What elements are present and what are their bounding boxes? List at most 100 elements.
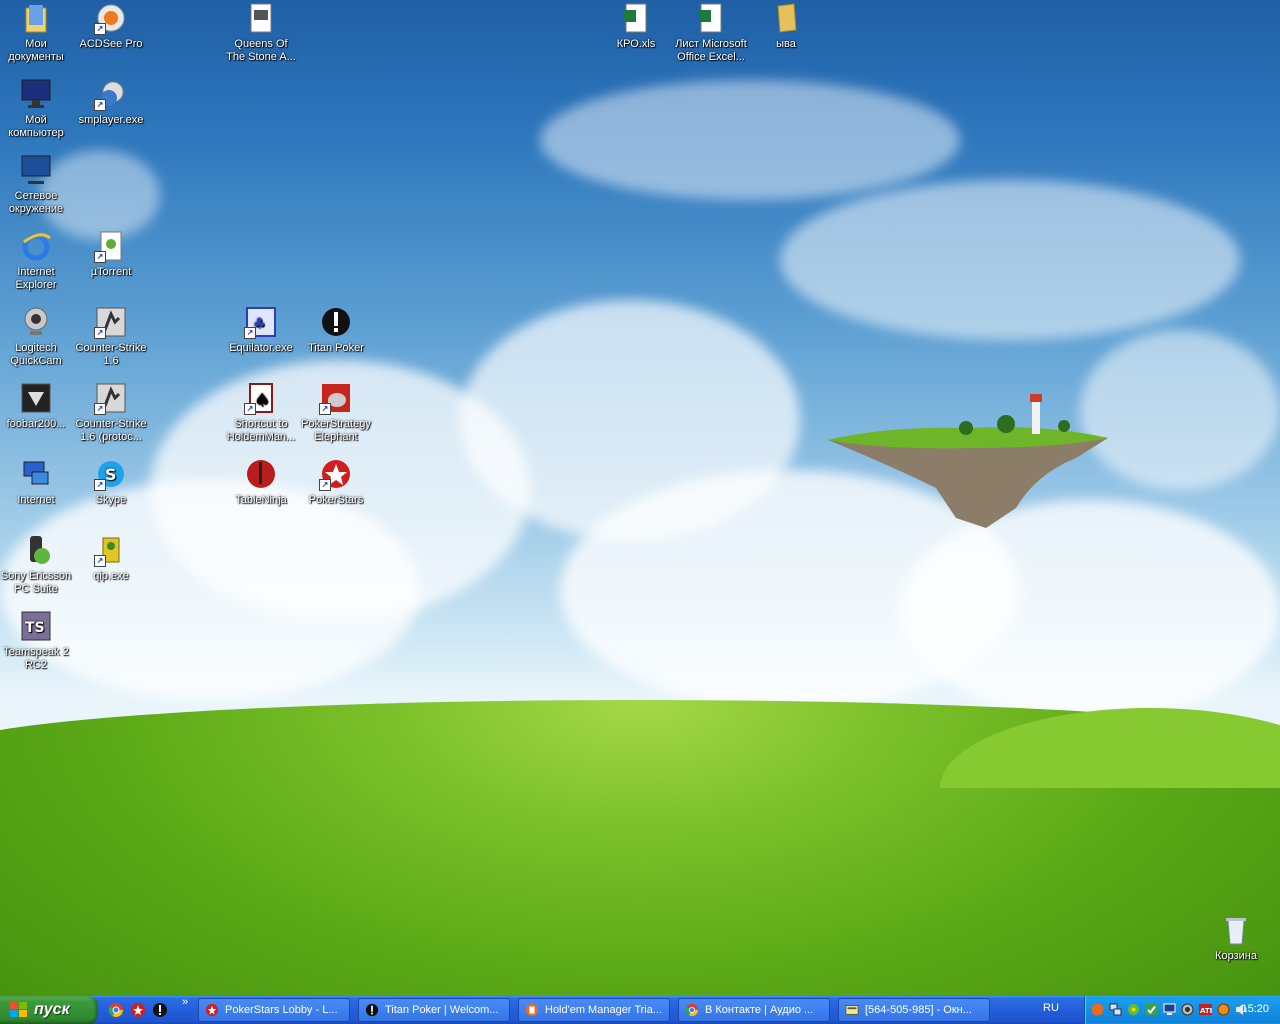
network-connection-icon (23, 461, 49, 485)
shortcut-arrow-icon: ↗ (244, 327, 256, 339)
desktop-icon-acdsee[interactable]: ↗ ACDSee Pro (73, 2, 149, 51)
start-button[interactable]: пуск (0, 996, 98, 1024)
desktop-icon-equilator[interactable]: ♣ ↗ Equilator.exe (223, 306, 299, 355)
shortcut-arrow-icon: ↗ (94, 251, 106, 263)
taskbar-button-titan-poker[interactable]: Titan Poker | Welcom... (358, 998, 510, 1022)
sony-ericsson-icon (30, 536, 50, 564)
start-label: пуск (34, 1001, 70, 1018)
ati-tray-icon[interactable]: ATI (1199, 1003, 1212, 1016)
taskbar: пуск » PokerStars Lobby - L... Titan Pok… (0, 996, 1280, 1024)
desktop-icon-holdem-manager-shortcut[interactable]: ♠ ↗ Shortcut to HoldemMan... (223, 382, 299, 444)
computer-monitor-icon (21, 79, 51, 108)
titan-poker-icon (365, 1003, 379, 1017)
webcam-icon (24, 307, 48, 335)
icon-label: qip.exe (93, 570, 129, 582)
desktop-icon-network[interactable]: Сетевое окружение (0, 154, 74, 216)
desktop-icon-kpo-xls[interactable]: КРО.xls (598, 2, 674, 51)
task-label: Titan Poker | Welcom... (385, 1004, 499, 1016)
quicklaunch-more-button[interactable]: » (182, 996, 188, 1008)
shortcut-arrow-icon: ↗ (319, 479, 331, 491)
icon-label: Сетевое окружение (8, 190, 64, 215)
desktop-icon-queens-video[interactable]: Queens Of The Stone A... (223, 2, 299, 64)
folder-documents-icon (25, 5, 47, 33)
taskbar-button-pokerstars-lobby[interactable]: PokerStars Lobby - L... (198, 998, 350, 1022)
taskbar-button-qip-window[interactable]: [564-505-985] - Окн... (838, 998, 990, 1022)
desktop-icon-cs16-protoc[interactable]: ↗ Counter-Strike 1.6 (protoc... (73, 382, 149, 444)
recycle-bin-icon (1226, 918, 1246, 945)
desktop-icon-pokerstrategy-elephant[interactable]: ↗ PokerStrategy Elephant (298, 382, 374, 444)
teamspeak-icon: TS (21, 611, 51, 641)
shortcut-arrow-icon: ↗ (94, 99, 106, 111)
tableninja-icon (247, 460, 275, 488)
desktop-icon-sony-ericsson[interactable]: Sony Ericsson PC Suite (0, 534, 74, 596)
desktop-icon-folder-yva[interactable]: ыва (748, 2, 824, 51)
clock[interactable]: 15:20 (1241, 1003, 1269, 1015)
desktop-icon-foobar[interactable]: foobar200... (0, 382, 74, 431)
shortcut-arrow-icon: ↗ (94, 403, 106, 415)
shortcut-arrow-icon: ↗ (244, 403, 256, 415)
desktop-icon-my-documents[interactable]: Мои документы (0, 2, 74, 64)
folder-icon (777, 3, 797, 33)
icon-label: Teamspeak 2 RC2 (3, 646, 69, 671)
task-label: [564-505-985] - Окн... (865, 1004, 972, 1016)
desktop-icon-skype[interactable]: S ↗ Skype (73, 458, 149, 507)
icq-flower-tray-icon[interactable] (1127, 1003, 1140, 1016)
desktop-icon-my-computer[interactable]: Мой компьютер (0, 78, 74, 140)
task-label: Hold'em Manager Tria... (545, 1004, 663, 1016)
foobar-icon (21, 383, 51, 413)
shortcut-arrow-icon: ↗ (94, 555, 106, 567)
desktop-icon-utorrent[interactable]: ↗ µTorrent (73, 230, 149, 279)
icon-label: Counter-Strike 1.6 (75, 342, 147, 367)
taskbar-button-vkontakte[interactable]: В Контакте | Аудио ... (678, 998, 830, 1022)
internet-explorer-icon (22, 233, 51, 261)
desktop-icon-qip[interactable]: ↗ qip.exe (73, 534, 149, 583)
icon-label: Мой компьютер (8, 114, 64, 139)
desktop-icon-smplayer[interactable]: ↗ smplayer.exe (73, 78, 149, 127)
icon-label: Titan Poker (308, 342, 364, 354)
holdem-manager-icon (525, 1003, 539, 1017)
avi-file-icon (250, 3, 272, 33)
desktop-icon-teamspeak[interactable]: TS Teamspeak 2 RC2 (0, 610, 74, 672)
wallpaper-cloud (1080, 330, 1280, 490)
desktop-icon-excel-sheet[interactable]: Лист Microsoft Office Excel... (673, 2, 749, 64)
webcam-tray-icon[interactable] (1181, 1003, 1194, 1016)
network-tray-icon[interactable] (1109, 1003, 1122, 1016)
titan-poker-quicklaunch-icon[interactable] (152, 1002, 168, 1018)
icon-label: Internet Explorer (15, 266, 57, 291)
icon-label: Counter-Strike 1.6 (protoc... (75, 418, 147, 443)
icon-label: TableNinja (235, 494, 287, 506)
wallpaper-cloud (780, 180, 1240, 340)
desktop-icon-titan-poker[interactable]: Titan Poker (298, 306, 374, 355)
network-monitor-icon (21, 155, 51, 184)
desktop-icon-internet-explorer[interactable]: Internet Explorer (0, 230, 74, 292)
desktop-icon-recycle-bin[interactable]: Корзина (1198, 914, 1274, 963)
icon-label: Logitech QuickCam (10, 342, 62, 367)
security-check-tray-icon[interactable] (1145, 1003, 1158, 1016)
desktop-icon-cs16[interactable]: ↗ Counter-Strike 1.6 (73, 306, 149, 368)
taskbar-button-holdem-manager[interactable]: Hold'em Manager Tria... (518, 998, 670, 1022)
desktop-icon-pokerstars[interactable]: ↗ PokerStars (298, 458, 374, 507)
desktop-icon-tableninja[interactable]: TableNinja (223, 458, 299, 507)
shortcut-arrow-icon: ↗ (319, 403, 331, 415)
pokerstars-quicklaunch-icon[interactable] (130, 1002, 146, 1018)
task-label: В Контакте | Аудио ... (705, 1004, 814, 1016)
icon-label: КРО.xls (616, 38, 656, 50)
monitor-tray-icon[interactable] (1163, 1003, 1176, 1016)
chrome-icon[interactable] (108, 1002, 124, 1018)
titan-poker-icon (322, 308, 350, 336)
desktop-icon-internet[interactable]: Internet (0, 458, 74, 507)
orange-app-tray-icon[interactable] (1217, 1003, 1230, 1016)
desktop[interactable]: Мои документы ↗ ACDSee Pro Queens Of The… (0, 0, 1280, 996)
holdem-manager-tray-icon[interactable] (1091, 1003, 1104, 1016)
shortcut-arrow-icon: ↗ (94, 327, 106, 339)
svg-text:S: S (105, 465, 117, 484)
language-indicator[interactable]: RU (1043, 1002, 1059, 1014)
icon-label: µTorrent (90, 266, 132, 278)
svg-text:♠: ♠ (254, 390, 270, 411)
desktop-icon-quickcam[interactable]: Logitech QuickCam (0, 306, 74, 368)
icon-label: Корзина (1215, 950, 1257, 962)
icon-label: Queens Of The Stone A... (226, 38, 296, 63)
icon-label: PokerStrategy Elephant (301, 418, 371, 443)
icon-label: Skype (95, 494, 127, 506)
icon-label: Shortcut to HoldemMan... (226, 418, 296, 443)
